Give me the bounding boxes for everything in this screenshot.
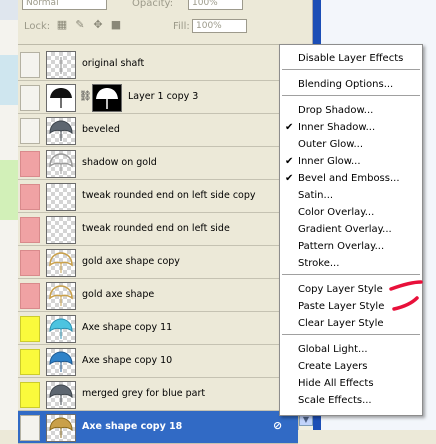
layers-list: original shaft ⛓ Layer 1 copy 3 beveled shad… <box>18 48 298 444</box>
layer-name: shadow on gold <box>82 157 157 168</box>
lock-all-icon[interactable]: ■ <box>110 19 122 31</box>
layer-visibility-toggle[interactable] <box>20 151 40 177</box>
red-annotation-marks <box>389 280 423 311</box>
layer-visibility-toggle[interactable] <box>20 382 40 408</box>
layer-visibility-toggle[interactable] <box>20 118 40 144</box>
menu-item[interactable]: Color Overlay... <box>298 207 374 218</box>
menu-separator <box>282 95 420 97</box>
checkmark-icon: ✔ <box>285 122 294 133</box>
layer-row[interactable]: ⛓ Layer 1 copy 3 <box>18 81 298 114</box>
layer-thumbnail[interactable] <box>46 51 76 79</box>
layer-thumbnail[interactable] <box>46 381 76 409</box>
layer-row[interactable]: Axe shape copy 11 <box>18 312 298 345</box>
menu-item[interactable]: Inner Glow... <box>298 156 361 167</box>
layer-visibility-toggle[interactable] <box>20 184 40 210</box>
menu-item[interactable]: Satin... <box>298 190 333 201</box>
layer-visibility-toggle[interactable] <box>20 250 40 276</box>
opacity-field[interactable]: 100% <box>188 0 243 10</box>
layer-name: Axe shape copy 18 <box>82 421 183 432</box>
layer-name: gold axe shape copy <box>82 256 180 267</box>
left-edge-strip <box>0 0 18 430</box>
layer-visibility-toggle[interactable] <box>20 52 40 78</box>
layer-name: Axe shape copy 11 <box>82 322 173 333</box>
layer-name: Axe shape copy 10 <box>82 355 173 366</box>
menu-item[interactable]: Pattern Overlay... <box>298 241 384 252</box>
layer-thumbnail[interactable] <box>46 216 76 244</box>
strip-segment <box>0 0 18 20</box>
layer-effects-icon[interactable]: ⊘ <box>273 420 285 432</box>
lock-image-pixels-icon[interactable]: ✎ <box>74 19 86 31</box>
layer-visibility-toggle[interactable] <box>20 349 40 375</box>
layer-name: Layer 1 copy 3 <box>128 91 199 102</box>
layer-visibility-toggle[interactable] <box>20 85 40 111</box>
layers-panel: Normal Opacity: 100% Lock: ▦ ✎ ✥ ■ Fill:… <box>18 0 313 444</box>
lock-label: Lock: <box>24 21 51 32</box>
menu-separator <box>282 69 420 71</box>
checkmark-icon: ✔ <box>285 156 294 167</box>
layer-thumbnail[interactable] <box>46 282 76 310</box>
layer-row[interactable]: original shaft <box>18 48 298 81</box>
menu-item[interactable]: Global Light... <box>298 344 368 355</box>
opacity-label: Opacity: <box>132 0 174 9</box>
layer-row[interactable]: Axe shape copy 10 <box>18 345 298 378</box>
layer-row[interactable]: shadow on gold <box>18 147 298 180</box>
strip-segment <box>0 160 18 220</box>
layer-row[interactable]: tweak rounded end on left side <box>18 213 298 246</box>
layer-thumbnail[interactable] <box>46 348 76 376</box>
layer-row[interactable]: merged grey for blue part <box>18 378 298 411</box>
blend-mode-select[interactable]: Normal <box>22 0 107 10</box>
layer-mask-thumbnail[interactable] <box>92 84 122 112</box>
menu-separator <box>282 334 420 336</box>
checkmark-icon: ✔ <box>285 173 294 184</box>
layer-row[interactable]: tweak rounded end on left side copy <box>18 180 298 213</box>
strip-segment <box>0 55 18 105</box>
menu-item[interactable]: Drop Shadow... <box>298 105 373 116</box>
layer-thumbnail[interactable] <box>46 414 76 442</box>
menu-item[interactable]: Paste Layer Style <box>298 301 384 312</box>
menu-item[interactable]: Outer Glow... <box>298 139 363 150</box>
layer-row[interactable]: gold axe shape <box>18 279 298 312</box>
layer-visibility-toggle[interactable] <box>20 316 40 342</box>
menu-item[interactable]: Scale Effects... <box>298 395 372 406</box>
layer-visibility-toggle[interactable] <box>20 415 40 441</box>
layer-row[interactable]: gold axe shape copy <box>18 246 298 279</box>
layer-name: gold axe shape <box>82 289 155 300</box>
layer-thumbnail[interactable] <box>46 249 76 277</box>
fill-label: Fill: <box>173 21 190 32</box>
menu-item[interactable]: Stroke... <box>298 258 339 269</box>
layer-thumbnail[interactable] <box>46 117 76 145</box>
layer-name: tweak rounded end on left side copy <box>82 190 256 201</box>
menu-item[interactable]: Gradient Overlay... <box>298 224 392 235</box>
mask-link-icon[interactable]: ⛓ <box>79 91 92 103</box>
layer-thumbnail[interactable] <box>46 315 76 343</box>
menu-item[interactable]: Hide All Effects <box>298 378 374 389</box>
menu-item[interactable]: Copy Layer Style <box>298 284 383 295</box>
menu-item[interactable]: Create Layers <box>298 361 368 372</box>
layer-name: original shaft <box>82 58 145 69</box>
lock-transparent-pixels-icon[interactable]: ▦ <box>56 19 68 31</box>
layer-visibility-toggle[interactable] <box>20 217 40 243</box>
layer-row[interactable]: Axe shape copy 18 ⊘ <box>18 411 298 444</box>
layer-options-bar: Normal Opacity: 100% Lock: ▦ ✎ ✥ ■ Fill:… <box>18 0 312 45</box>
menu-item[interactable]: Bevel and Emboss... <box>298 173 400 184</box>
menu-item[interactable]: Clear Layer Style <box>298 318 384 329</box>
layer-row[interactable]: beveled <box>18 114 298 147</box>
menu-item[interactable]: Blending Options... <box>298 79 393 90</box>
fill-field[interactable]: 100% <box>192 19 247 33</box>
layer-thumbnail[interactable] <box>46 183 76 211</box>
layer-thumbnail[interactable] <box>46 150 76 178</box>
layer-name: tweak rounded end on left side <box>82 223 230 234</box>
layer-name: merged grey for blue part <box>82 388 206 399</box>
layer-visibility-toggle[interactable] <box>20 283 40 309</box>
layer-style-context-menu: Disable Layer Effects Blending Options...… <box>279 44 423 416</box>
layer-thumbnail[interactable] <box>46 84 76 112</box>
menu-item[interactable]: Disable Layer Effects <box>298 53 403 64</box>
menu-item[interactable]: Inner Shadow... <box>298 122 375 133</box>
lock-position-icon[interactable]: ✥ <box>92 19 104 31</box>
layer-name: beveled <box>82 124 120 135</box>
